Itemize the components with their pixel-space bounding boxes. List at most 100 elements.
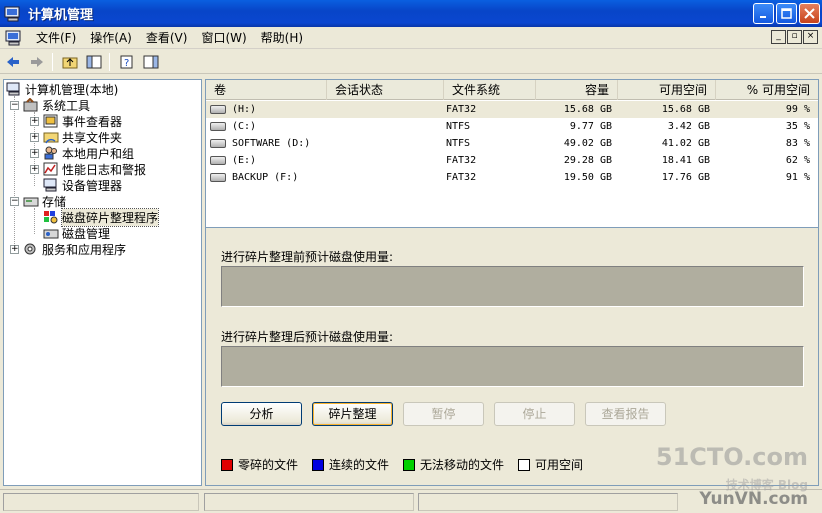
toolbar-separator	[52, 52, 53, 71]
tree-item-device-manager[interactable]: 设备管理器	[43, 177, 122, 193]
tree-item-label: 设备管理器	[62, 178, 123, 193]
menu-action[interactable]: 操作(A)	[83, 27, 139, 48]
stop-button[interactable]: 停止	[494, 402, 575, 426]
defragment-button[interactable]: 碎片整理	[312, 402, 393, 426]
watermark-yunvn: YunVN.com	[699, 489, 808, 509]
cell-percent: 99 %	[785, 104, 810, 115]
mdi-close-button[interactable]: ×	[803, 30, 818, 44]
forward-button[interactable]	[26, 52, 48, 72]
drive-icon	[210, 173, 226, 182]
pause-button[interactable]: 暂停	[403, 402, 484, 426]
legend-label: 可用空间	[535, 458, 584, 472]
back-button[interactable]	[2, 52, 24, 72]
table-row[interactable]: (H:) FAT32 15.68 GB 15.68 GB 99 %	[206, 101, 818, 118]
tree-item-system-tools[interactable]: − 系统工具	[10, 97, 90, 113]
table-row[interactable]: BACKUP (F:) FAT32 19.50 GB 17.76 GB 91 %	[206, 169, 818, 186]
after-usage-label: 进行碎片整理后预计磁盘使用量:	[221, 330, 394, 344]
table-row[interactable]: SOFTWARE (D:) NTFS 49.02 GB 41.02 GB 83 …	[206, 135, 818, 152]
window-title: 计算机管理	[28, 8, 94, 23]
tree-item-label: 存储	[42, 194, 67, 209]
cell-free: 41.02 GB	[661, 138, 710, 149]
cell-free: 15.68 GB	[661, 104, 710, 115]
title-bar: 计算机管理	[0, 0, 822, 27]
watermark-51cto: 51CTO.com	[655, 443, 808, 471]
cell-percent: 62 %	[785, 155, 810, 166]
console-tree: 计算机管理(本地) − 系统工具 + 事件查看器 + 共享文件夹 + 本地用户和…	[3, 79, 202, 486]
list-header: 卷 会话状态 文件系统 容量 可用空间 % 可用空间	[206, 80, 818, 100]
column-header-percent-free[interactable]: % 可用空间	[716, 80, 818, 100]
column-header-session-status[interactable]: 会话状态	[327, 80, 444, 100]
collapse-icon[interactable]: −	[10, 100, 19, 110]
maximize-icon	[781, 8, 792, 19]
tree-item-performance-logs[interactable]: + 性能日志和警报	[30, 161, 146, 177]
cell-volume: BACKUP (F:)	[232, 172, 299, 183]
tree-item-event-viewer[interactable]: + 事件查看器	[30, 113, 122, 129]
event-viewer-icon	[43, 114, 58, 128]
computer-management-icon[interactable]	[5, 30, 23, 46]
users-icon	[44, 146, 57, 160]
tree-item-disk-management[interactable]: 磁盘管理	[43, 225, 110, 241]
tree-item-computer-management[interactable]: 计算机管理(本地)	[6, 81, 118, 97]
action-pane-icon	[143, 55, 159, 68]
expand-icon[interactable]: +	[30, 132, 39, 142]
up-level-button[interactable]	[59, 52, 81, 72]
menu-view[interactable]: 查看(V)	[139, 27, 195, 48]
menu-help[interactable]: 帮助(H)	[254, 27, 310, 48]
folder-up-icon	[62, 57, 78, 68]
column-header-filesystem[interactable]: 文件系统	[444, 80, 536, 100]
analyze-button[interactable]: 分析	[221, 402, 302, 426]
table-row[interactable]: (C:) NTFS 9.77 GB 3.42 GB 35 %	[206, 118, 818, 135]
cell-free: 17.76 GB	[661, 172, 710, 183]
legend-fragmented: 零碎的文件	[221, 456, 298, 473]
collapse-icon[interactable]: −	[10, 196, 19, 206]
tree-item-disk-defragmenter[interactable]: 磁盘碎片整理程序	[43, 207, 160, 227]
disk-management-icon	[43, 229, 59, 239]
maximize-button[interactable]	[776, 3, 797, 24]
close-icon	[804, 8, 815, 19]
tree-item-shared-folders[interactable]: + 共享文件夹	[30, 129, 122, 145]
cell-filesystem: NTFS	[446, 138, 471, 149]
menu-window[interactable]: 窗口(W)	[194, 27, 253, 48]
mdi-minimize-button[interactable]: _	[771, 30, 786, 44]
cell-capacity: 15.68 GB	[563, 104, 612, 115]
cell-volume: (H:)	[232, 104, 257, 115]
properties-button[interactable]: ?	[116, 52, 138, 72]
minimize-button[interactable]	[753, 3, 774, 24]
swatch-red-icon	[221, 458, 233, 471]
column-header-free-space[interactable]: 可用空间	[618, 80, 716, 100]
expand-icon[interactable]: +	[30, 116, 39, 126]
defragmenter-icon	[44, 211, 58, 224]
view-report-button[interactable]: 查看报告	[585, 402, 666, 426]
minimize-icon	[759, 15, 766, 18]
menu-file[interactable]: 文件(F)	[29, 27, 83, 48]
column-header-capacity[interactable]: 容量	[536, 80, 618, 100]
expand-icon[interactable]: +	[10, 244, 19, 254]
toolbar: ?	[0, 50, 822, 74]
cell-percent: 35 %	[785, 121, 810, 132]
legend-free-space: 可用空间	[518, 456, 583, 473]
show-hide-tree-button[interactable]	[83, 52, 105, 72]
expand-icon[interactable]: +	[30, 164, 39, 174]
tree-item-label: 磁盘管理	[62, 226, 111, 241]
close-button[interactable]	[799, 3, 820, 24]
computer-management-icon	[4, 6, 20, 21]
tree-item-label: 系统工具	[42, 98, 91, 113]
swatch-white-icon	[518, 458, 531, 471]
status-cell	[204, 493, 414, 511]
mdi-restore-button[interactable]: ▫	[787, 30, 802, 44]
cell-filesystem: NTFS	[446, 121, 471, 132]
status-cell	[418, 493, 678, 511]
show-hide-action-pane-button[interactable]	[140, 52, 162, 72]
tools-icon	[23, 98, 38, 112]
legend-unmovable: 无法移动的文件	[403, 456, 504, 473]
table-row[interactable]: (E:) FAT32 29.28 GB 18.41 GB 62 %	[206, 152, 818, 169]
tree-item-services-applications[interactable]: + 服务和应用程序	[10, 241, 126, 257]
tree-item-label: 性能日志和警报	[62, 162, 147, 177]
legend-label: 无法移动的文件	[420, 458, 505, 472]
cell-volume: (E:)	[232, 155, 257, 166]
expand-icon[interactable]: +	[30, 148, 39, 158]
tree-item-local-users-groups[interactable]: + 本地用户和组	[30, 145, 134, 161]
tree-item-storage[interactable]: − 存储	[10, 193, 66, 209]
column-header-volume[interactable]: 卷	[206, 80, 327, 100]
tree-item-label: 共享文件夹	[62, 130, 123, 145]
